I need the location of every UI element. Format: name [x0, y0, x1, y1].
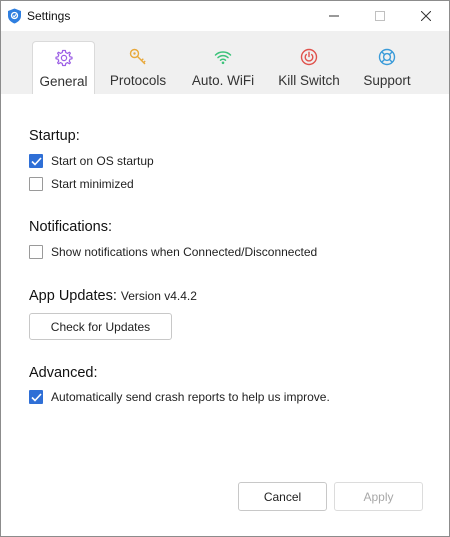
app-updates-row: App Updates: Version v4.4.2: [29, 288, 197, 304]
tab-general-label: General: [39, 74, 88, 89]
window-title: Settings: [27, 9, 71, 23]
checkmark-icon: [30, 156, 42, 166]
startup-heading: Startup:: [29, 128, 80, 144]
start-minimized-label: Start minimized: [51, 177, 134, 191]
wifi-icon: [214, 48, 232, 66]
start-on-startup-option[interactable]: Start on OS startup: [29, 153, 154, 169]
start-minimized-checkbox[interactable]: [29, 177, 43, 191]
show-notifications-label: Show notifications when Connected/Discon…: [51, 245, 318, 259]
maximize-icon: [375, 11, 385, 21]
maximize-button[interactable]: [357, 1, 403, 31]
minimize-button[interactable]: [311, 1, 357, 31]
title-bar[interactable]: Settings: [1, 1, 449, 31]
tab-strip: General Protocols Auto. WiFi Kill Switch…: [1, 31, 449, 94]
tab-support-label: Support: [363, 73, 411, 88]
notifications-heading: Notifications:: [29, 219, 113, 235]
tab-support[interactable]: Support: [357, 41, 417, 94]
key-icon: [129, 48, 147, 66]
settings-window: Settings General Protocols Auto. WiFi Ki…: [0, 0, 450, 537]
close-icon: [421, 11, 431, 21]
tab-general[interactable]: General: [32, 41, 95, 94]
shield-app-icon: [7, 8, 22, 24]
cancel-button[interactable]: Cancel: [238, 482, 327, 511]
tab-auto-wifi[interactable]: Auto. WiFi: [188, 41, 258, 94]
crash-reports-option[interactable]: Automatically send crash reports to help…: [29, 389, 330, 405]
show-notifications-option[interactable]: Show notifications when Connected/Discon…: [29, 244, 317, 260]
start-on-startup-label: Start on OS startup: [51, 154, 154, 168]
version-text: Version v4.4.2: [120, 289, 197, 303]
apply-button[interactable]: Apply: [334, 482, 423, 511]
tab-protocols-label: Protocols: [109, 73, 167, 88]
minimize-icon: [329, 15, 339, 17]
start-minimized-option[interactable]: Start minimized: [29, 176, 134, 192]
tab-kill-switch-label: Kill Switch: [278, 73, 340, 88]
tab-auto-wifi-label: Auto. WiFi: [191, 73, 255, 88]
close-button[interactable]: [403, 1, 449, 31]
app-updates-heading: App Updates:: [29, 288, 117, 304]
check-for-updates-button[interactable]: Check for Updates: [29, 313, 172, 340]
crash-reports-label: Automatically send crash reports to help…: [51, 390, 330, 404]
lifebuoy-icon: [378, 48, 396, 66]
tab-kill-switch[interactable]: Kill Switch: [273, 41, 345, 94]
gear-icon: [54, 49, 73, 67]
checkmark-icon: [30, 392, 42, 402]
power-icon: [300, 48, 318, 66]
tab-protocols[interactable]: Protocols: [105, 41, 171, 94]
show-notifications-checkbox[interactable]: [29, 245, 43, 259]
advanced-heading: Advanced:: [29, 365, 98, 381]
crash-reports-checkbox[interactable]: [29, 390, 43, 404]
start-on-startup-checkbox[interactable]: [29, 154, 43, 168]
